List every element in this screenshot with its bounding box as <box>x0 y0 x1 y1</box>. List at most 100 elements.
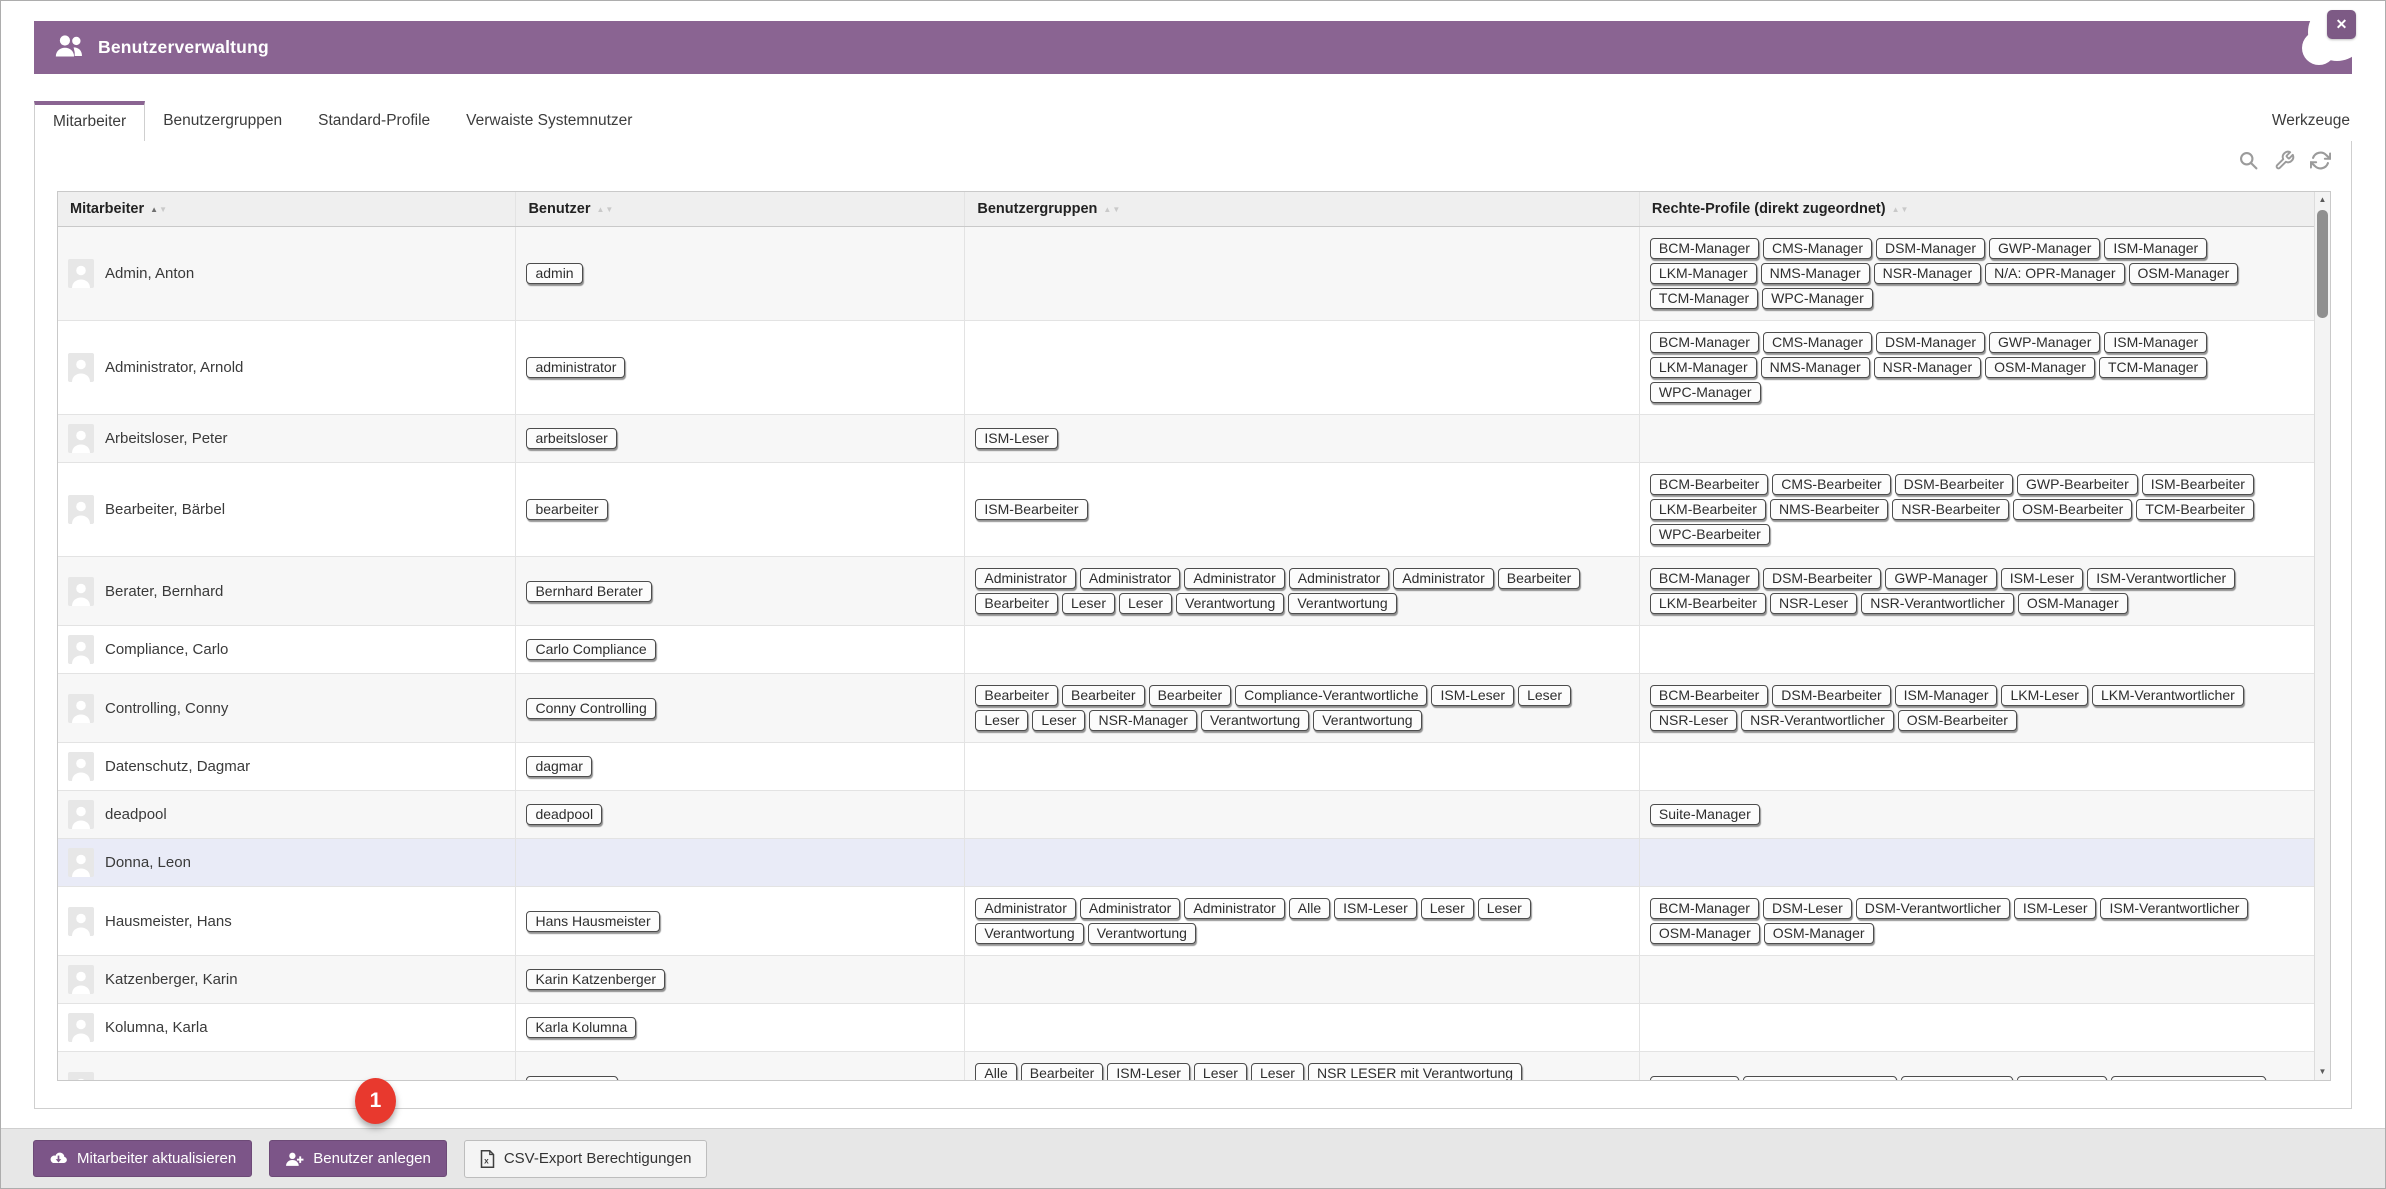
profile-chip[interactable]: DSM-Bearbeiter <box>1895 474 2013 495</box>
table-row[interactable]: Compliance, CarloCarlo Compliance <box>58 626 2314 674</box>
group-chip[interactable]: Alle <box>975 1063 1016 1080</box>
scroll-up-icon[interactable]: ▲ <box>2315 192 2330 208</box>
group-chip[interactable]: Administrator <box>1184 898 1284 919</box>
user-chip[interactable]: Hans Hausmeister <box>526 911 659 932</box>
profile-chip[interactable]: NSR-Verantwortlicher <box>1861 593 2014 614</box>
table-row[interactable]: Admin, AntonadminBCM-ManagerCMS-ManagerD… <box>58 227 2314 321</box>
profile-chip[interactable]: WPC-Manager <box>1650 382 1761 403</box>
profile-chip[interactable]: CMS-Bearbeiter <box>1772 474 1890 495</box>
column-header-benutzergruppen[interactable]: Benutzergruppen▲▼ <box>965 192 1640 227</box>
profile-chip[interactable]: NMS-Manager <box>1761 263 1870 284</box>
group-chip[interactable]: Verantwortung <box>975 923 1083 944</box>
tab-mitarbeiter[interactable]: Mitarbeiter <box>34 101 145 142</box>
table-row[interactable]: Berater, BernhardBernhard BeraterAdminis… <box>58 557 2314 626</box>
profile-chip[interactable]: NSR-Verantwortlicher <box>1741 710 1894 731</box>
group-chip[interactable]: ISM-Leser <box>975 428 1058 449</box>
group-chip[interactable]: Verantwortung <box>1288 593 1396 614</box>
scroll-down-icon[interactable]: ▼ <box>2315 1064 2330 1080</box>
group-chip[interactable]: ISM-Leser <box>1431 685 1514 706</box>
group-chip[interactable]: Leser <box>975 710 1028 731</box>
profile-chip[interactable]: GWP-Manager <box>1989 238 2100 259</box>
profile-chip[interactable]: CMS-Manager <box>1763 332 1872 353</box>
profile-chip[interactable]: TCM-Manager <box>1650 288 1758 309</box>
profile-chip[interactable]: NMS-Manager <box>1761 357 1870 378</box>
profile-chip[interactable]: NSR-Bearbeiter <box>1892 499 2009 520</box>
group-chip[interactable]: Bearbeiter <box>1149 685 1232 706</box>
group-chip[interactable]: Bearbeiter <box>975 685 1058 706</box>
profile-chip[interactable]: OSM-Bearbeiter <box>2013 499 2132 520</box>
profile-chip[interactable]: DSM-Verantwortlicher <box>1856 898 2010 919</box>
group-chip[interactable]: Verantwortung <box>1313 710 1421 731</box>
group-chip[interactable]: Alle <box>1289 898 1330 919</box>
user-chip[interactable]: Karin Katzenberger <box>526 969 665 990</box>
user-chip[interactable]: Karin Kredit <box>526 1076 617 1081</box>
tab-standard-profile[interactable]: Standard-Profile <box>300 101 448 141</box>
profile-chip[interactable]: NMS-Bearbeiter <box>1770 499 1888 520</box>
user-chip[interactable]: admin <box>526 263 582 284</box>
scrollbar-thumb[interactable] <box>2317 210 2328 318</box>
profile-chip[interactable]: ISM-Verantwortlicher <box>2100 898 2248 919</box>
profile-chip[interactable]: ISM-Verantwortlicher <box>2087 568 2235 589</box>
group-chip[interactable]: Leser <box>1062 593 1115 614</box>
user-chip[interactable]: Conny Controlling <box>526 698 655 719</box>
profile-chip[interactable]: DSM-Manager <box>1876 332 1985 353</box>
table-row[interactable]: Kredit, KarinKarin KreditAlleBearbeiterI… <box>58 1052 2314 1081</box>
profile-chip[interactable]: OSM-Leser <box>2017 1076 2107 1081</box>
group-chip[interactable]: ISM-Leser <box>1334 898 1417 919</box>
group-chip[interactable]: ISM-Leser <box>1107 1063 1190 1080</box>
user-chip[interactable]: Karla Kolumna <box>526 1017 636 1038</box>
vertical-scrollbar[interactable]: ▲ ▼ <box>2314 192 2330 1080</box>
group-chip[interactable]: Bearbeiter <box>975 593 1058 614</box>
group-chip[interactable]: Verantwortung <box>1176 593 1284 614</box>
profile-chip[interactable]: TCM-Manager <box>2099 357 2207 378</box>
column-header-rechte-profile-direkt-zugeordnet-[interactable]: Rechte-Profile (direkt zugeordnet)▲▼ <box>1639 192 2314 227</box>
group-chip[interactable]: Leser <box>1421 898 1474 919</box>
profile-chip[interactable]: DSM-Leser <box>1763 898 1852 919</box>
user-chip[interactable]: bearbeiter <box>526 499 607 520</box>
profile-chip[interactable]: LKM-Bearbeiter <box>1650 593 1766 614</box>
group-chip[interactable]: Administrator <box>1393 568 1493 589</box>
profile-chip[interactable]: LKM-Verantwortlicher <box>2092 685 2244 706</box>
profile-chip[interactable]: DSM-Bearbeiter <box>1772 685 1890 706</box>
group-chip[interactable]: Administrator <box>1184 568 1284 589</box>
search-icon[interactable] <box>2238 150 2259 171</box>
profile-chip[interactable]: OSM-Manager <box>2018 593 2128 614</box>
group-chip[interactable]: Leser <box>1478 898 1531 919</box>
profile-chip[interactable]: NSR-Manager <box>1874 357 1981 378</box>
group-chip[interactable]: NSR LESER mit Verantwortung <box>1308 1063 1522 1080</box>
table-row[interactable]: Donna, Leon <box>58 839 2314 887</box>
wrench-icon[interactable] <box>2274 150 2295 171</box>
profile-chip[interactable]: NSR-Leser <box>1770 593 1857 614</box>
profile-chip[interactable]: DSM-Verantwortlicher <box>1743 1076 1897 1081</box>
werkzeuge-menu[interactable]: Werkzeuge <box>2270 101 2352 141</box>
profile-chip[interactable]: WPC-Bearbeiter <box>1650 524 1770 545</box>
group-chip[interactable]: Bearbeiter <box>1021 1063 1104 1080</box>
profile-chip[interactable]: OSM-Manager <box>1985 357 2095 378</box>
csv-export-berechtigungen-button[interactable]: xCSV-Export Berechtigungen <box>464 1140 708 1178</box>
group-chip[interactable]: Administrator <box>1080 898 1180 919</box>
profile-chip[interactable]: DSM-Leser <box>1650 1076 1739 1081</box>
table-row[interactable]: Administrator, ArnoldadministratorBCM-Ma… <box>58 321 2314 415</box>
profile-chip[interactable]: ISM-Leser <box>2001 568 2084 589</box>
tab-verwaiste-systemnutzer[interactable]: Verwaiste Systemnutzer <box>448 101 650 141</box>
profile-chip[interactable]: OSM-Manager <box>2129 263 2239 284</box>
group-chip[interactable]: Administrator <box>975 898 1075 919</box>
table-row[interactable]: Katzenberger, KarinKarin Katzenberger <box>58 956 2314 1004</box>
profile-chip[interactable]: OSM-Manager <box>1650 923 1760 944</box>
profile-chip[interactable]: Suite-Manager <box>1650 804 1760 825</box>
profile-chip[interactable]: GWP-Manager <box>1989 332 2100 353</box>
table-row[interactable]: Bearbeiter, BärbelbearbeiterISM-Bearbeit… <box>58 463 2314 557</box>
profile-chip[interactable]: LKM-Leser <box>2001 685 2087 706</box>
profile-chip[interactable]: ISM-Bearbeiter <box>2142 474 2254 495</box>
table-row[interactable]: Arbeitsloser, PeterarbeitsloserISM-Leser <box>58 415 2314 463</box>
profile-chip[interactable]: DSM-Bearbeiter <box>1763 568 1881 589</box>
profile-chip[interactable]: CMS-Manager <box>1763 238 1872 259</box>
group-chip[interactable]: NSR-Manager <box>1089 710 1196 731</box>
user-chip[interactable]: Bernhard Berater <box>526 581 651 602</box>
profile-chip[interactable]: ISM-Manager <box>2104 238 2207 259</box>
profile-chip[interactable]: LKM-Manager <box>1650 357 1757 378</box>
group-chip[interactable]: Administrator <box>1080 568 1180 589</box>
user-chip[interactable]: arbeitsloser <box>526 428 616 449</box>
profile-chip[interactable]: OSM-Manager <box>1764 923 1874 944</box>
refresh-icon[interactable] <box>2310 150 2331 171</box>
